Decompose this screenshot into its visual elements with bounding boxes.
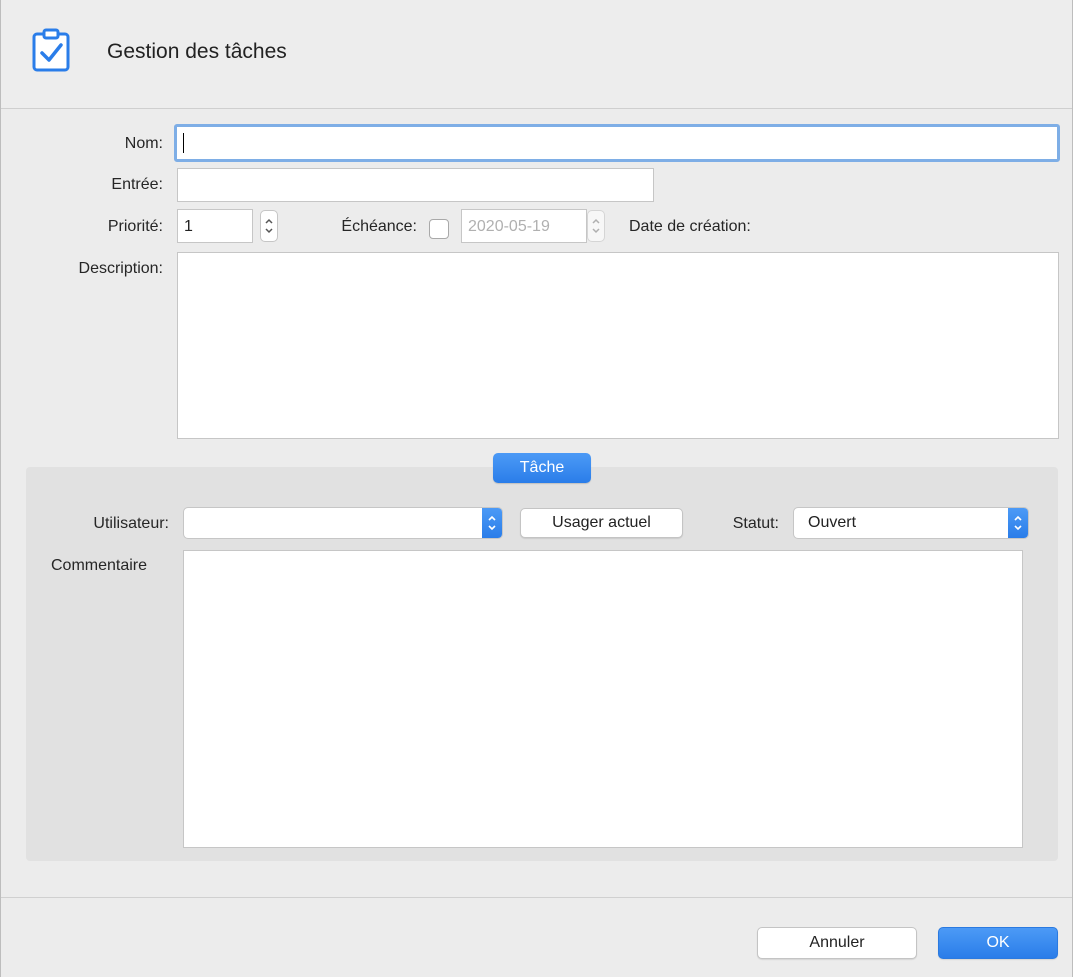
- statut-value: Ouvert: [808, 514, 857, 531]
- statut-label: Statut:: [732, 515, 779, 532]
- echeance-date-input[interactable]: 2020-05-19: [461, 209, 587, 243]
- usager-actuel-button[interactable]: Usager actuel: [520, 508, 683, 538]
- statut-select[interactable]: Ouvert: [793, 507, 1029, 539]
- task-dialog-window: Gestion des tâches Nom: Entrée: Priorité…: [0, 0, 1073, 977]
- priorite-stepper[interactable]: [260, 210, 278, 242]
- dialog-header: Gestion des tâches: [1, 0, 1072, 109]
- up-down-stepper-icon: [592, 218, 600, 234]
- utilisateur-label: Utilisateur:: [93, 515, 169, 532]
- nom-label: Nom:: [124, 135, 163, 152]
- ok-button[interactable]: OK: [938, 927, 1058, 959]
- nom-input[interactable]: [174, 124, 1060, 162]
- echeance-checkbox[interactable]: [429, 219, 449, 239]
- commentaire-textarea[interactable]: [183, 550, 1023, 848]
- description-label: Description:: [78, 260, 163, 277]
- clipboard-check-icon: [32, 28, 70, 72]
- priorite-input[interactable]: 1: [177, 209, 253, 243]
- priorite-label: Priorité:: [107, 218, 163, 235]
- priorite-value: 1: [184, 218, 193, 235]
- tab-tache[interactable]: Tâche: [493, 453, 591, 483]
- utilisateur-select[interactable]: [183, 507, 503, 539]
- entree-label: Entrée:: [111, 176, 163, 193]
- footer-divider: [1, 897, 1072, 898]
- up-down-stepper-icon: [265, 218, 273, 234]
- dialog-title: Gestion des tâches: [107, 40, 287, 63]
- chevron-up-down-icon: [1008, 508, 1028, 538]
- cancel-button[interactable]: Annuler: [757, 927, 917, 959]
- commentaire-label: Commentaire: [51, 557, 148, 574]
- entree-input[interactable]: [177, 168, 654, 202]
- date-creation-label: Date de création:: [629, 218, 751, 235]
- echeance-date-value: 2020-05-19: [468, 218, 550, 235]
- echeance-label: Échéance:: [341, 218, 417, 235]
- text-caret: [183, 133, 184, 153]
- chevron-up-down-icon: [482, 508, 502, 538]
- echeance-stepper[interactable]: [587, 210, 605, 242]
- description-textarea[interactable]: [177, 252, 1059, 439]
